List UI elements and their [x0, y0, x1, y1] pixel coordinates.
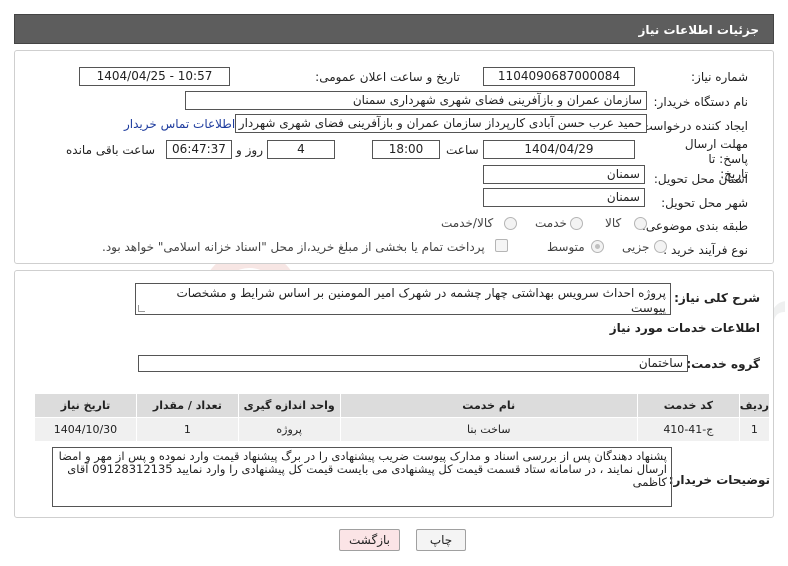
cell-name: ساخت بنا	[339, 417, 638, 442]
table-row[interactable]: 1 ج-41-410 ساخت بنا پروژه 1 1404/10/30	[34, 417, 771, 442]
announce-field[interactable]: 1404/04/25 - 10:57	[79, 67, 230, 86]
services-section-title: اطلاعات خدمات مورد نیاز	[609, 321, 760, 335]
remaining-time-field[interactable]: 06:47:37	[166, 140, 232, 159]
services-table-header: ردیف کد خدمت نام خدمت واحد اندازه گیری ت…	[34, 393, 771, 418]
col-row-header: ردیف	[738, 393, 771, 418]
service-group-field[interactable]: ساختمان	[138, 355, 688, 372]
summary-label: شرح کلی نیاز:	[674, 291, 760, 305]
city-field[interactable]: سمنان	[483, 188, 645, 207]
cell-qty: 1	[135, 417, 239, 442]
col-code-header: کد خدمت	[636, 393, 740, 418]
creator-field[interactable]: حمید عرب حسن آبادی کارپرداز سازمان عمران…	[235, 114, 647, 133]
province-label: استان محل تحویل:	[653, 172, 748, 186]
creator-label: ایجاد کننده درخواست:	[637, 119, 748, 133]
category-service-label: خدمت	[535, 216, 567, 230]
process-label: نوع فرآیند خرید :	[663, 243, 748, 257]
page-header: جزئیات اطلاعات نیاز	[14, 14, 774, 44]
col-name-header: نام خدمت	[339, 393, 638, 418]
treasury-payment-checkbox[interactable]	[495, 239, 508, 252]
category-service-radio[interactable]	[570, 217, 583, 230]
city-label: شهر محل تحویل:	[661, 196, 748, 210]
cell-date: 1404/10/30	[34, 417, 137, 442]
page-title: جزئیات اطلاعات نیاز	[638, 23, 759, 37]
category-both-label: کالا/خدمت	[441, 216, 494, 230]
buyer-org-field[interactable]: سازمان عمران و بازآفرینی فضای شهری شهردا…	[185, 91, 647, 110]
category-goods-radio[interactable]	[634, 217, 647, 230]
category-label: طبقه بندی موضوعی:	[641, 219, 748, 233]
remaining-label: ساعت باقی مانده	[66, 143, 156, 157]
services-table: ردیف کد خدمت نام خدمت واحد اندازه گیری ت…	[34, 393, 771, 442]
buyer-org-label: نام دستگاه خریدار:	[653, 95, 749, 109]
cell-row: 1	[738, 417, 771, 442]
process-minor-label: جزیی	[622, 240, 650, 254]
buyer-contact-link[interactable]: اطلاعات تماس خریدار	[124, 117, 235, 131]
cell-code: ج-41-410	[636, 417, 740, 442]
summary-resize-handle[interactable]	[138, 305, 145, 312]
col-unit-header: واحد اندازه گیری	[237, 393, 341, 418]
cell-unit: پروژه	[237, 417, 341, 442]
days-label: روز و	[236, 143, 263, 157]
deadline-date-field[interactable]: 1404/04/29	[483, 140, 635, 159]
print-button[interactable]: چاپ	[416, 529, 466, 551]
treasury-payment-note: پرداخت تمام یا بخشی از مبلغ خرید،از محل …	[102, 240, 485, 254]
buyer-notes-label: توضیحات خریدار:	[668, 473, 770, 487]
need-number-field[interactable]: 1104090687000084	[483, 67, 635, 86]
category-both-radio[interactable]	[504, 217, 517, 230]
announce-label: تاریخ و ساعت اعلان عمومی:	[315, 70, 460, 84]
summary-text: پروژه احداث سرویس بهداشتی چهار چشمه در ش…	[176, 286, 666, 315]
buyer-notes-textarea[interactable]: پشنهاد دهندگان پس از بررسی اسناد و مدارک…	[52, 447, 672, 507]
summary-textarea[interactable]: پروژه احداث سرویس بهداشتی چهار چشمه در ش…	[135, 283, 671, 315]
col-qty-header: تعداد / مقدار	[135, 393, 239, 418]
need-number-label: شماره نیاز:	[691, 70, 748, 84]
days-field[interactable]: 4	[267, 140, 335, 159]
buyer-notes-text: پشنهاد دهندگان پس از بررسی اسناد و مدارک…	[58, 449, 667, 489]
process-medium-label: متوسط	[547, 240, 585, 254]
service-group-label: گروه خدمت:	[686, 357, 760, 371]
time-label: ساعت	[446, 143, 479, 157]
deadline-time-field[interactable]: 18:00	[372, 140, 440, 159]
process-minor-radio[interactable]	[654, 240, 667, 253]
process-medium-radio[interactable]	[591, 240, 604, 253]
back-button[interactable]: بازگشت	[339, 529, 400, 551]
category-goods-label: کالا	[605, 216, 622, 230]
col-date-header: تاریخ نیاز	[34, 393, 137, 418]
province-field[interactable]: سمنان	[483, 165, 645, 184]
